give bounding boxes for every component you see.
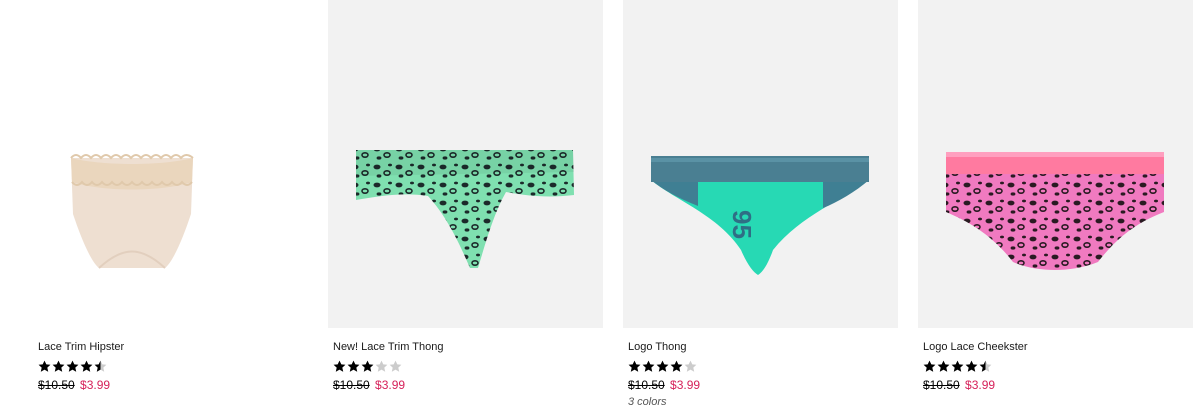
- star-rating: [628, 358, 898, 374]
- star-rating: [38, 358, 308, 374]
- original-price: $10.50: [38, 378, 75, 392]
- star-icon: [965, 360, 978, 372]
- original-price: $10.50: [333, 378, 370, 392]
- sale-price: $3.99: [965, 378, 996, 392]
- original-price: $10.50: [923, 378, 960, 392]
- original-price: $10.50: [628, 378, 665, 392]
- product-grid: Lace Trim Hipster $10.50 $3.99 New! Lace…: [0, 0, 1198, 420]
- star-icon: [979, 360, 992, 372]
- sale-price: $3.99: [670, 378, 701, 392]
- product-name[interactable]: New! Lace Trim Thong: [333, 340, 603, 354]
- sale-price: $3.99: [375, 378, 406, 392]
- product-name[interactable]: Logo Lace Cheekster: [923, 340, 1193, 354]
- svg-text:95: 95: [727, 210, 757, 239]
- product-name[interactable]: Logo Thong: [628, 340, 898, 354]
- price-row: $10.50 $3.99: [628, 378, 898, 392]
- star-icon: [333, 360, 346, 372]
- product-image[interactable]: [328, 0, 603, 328]
- star-icon: [951, 360, 964, 372]
- price-row: $10.50 $3.99: [333, 378, 603, 392]
- product-card[interactable]: New! Lace Trim Thong $10.50 $3.99: [328, 0, 603, 392]
- star-icon: [66, 360, 79, 372]
- star-icon: [52, 360, 65, 372]
- star-rating: [923, 358, 1193, 374]
- product-card[interactable]: Lace Trim Hipster $10.50 $3.99: [33, 0, 308, 392]
- sale-price: $3.99: [80, 378, 111, 392]
- product-image[interactable]: 95: [623, 0, 898, 328]
- star-icon: [670, 360, 683, 372]
- star-icon: [628, 360, 641, 372]
- product-image[interactable]: [918, 0, 1193, 328]
- star-icon: [684, 360, 697, 372]
- star-icon: [347, 360, 360, 372]
- star-icon: [80, 360, 93, 372]
- star-icon: [94, 360, 107, 372]
- price-row: $10.50 $3.99: [923, 378, 1193, 392]
- product-image[interactable]: [33, 0, 308, 328]
- color-count[interactable]: 3 colors: [628, 396, 898, 408]
- star-icon: [923, 360, 936, 372]
- price-row: $10.50 $3.99: [38, 378, 308, 392]
- star-icon: [642, 360, 655, 372]
- star-icon: [937, 360, 950, 372]
- star-icon: [389, 360, 402, 372]
- star-icon: [375, 360, 388, 372]
- star-icon: [656, 360, 669, 372]
- star-icon: [38, 360, 51, 372]
- product-card[interactable]: Logo Lace Cheekster $10.50 $3.99: [918, 0, 1193, 392]
- star-icon: [361, 360, 374, 372]
- star-rating: [333, 358, 603, 374]
- product-name[interactable]: Lace Trim Hipster: [38, 340, 308, 354]
- product-card[interactable]: 95 Logo Thong $10.50 $3.99 3 colors: [623, 0, 898, 408]
